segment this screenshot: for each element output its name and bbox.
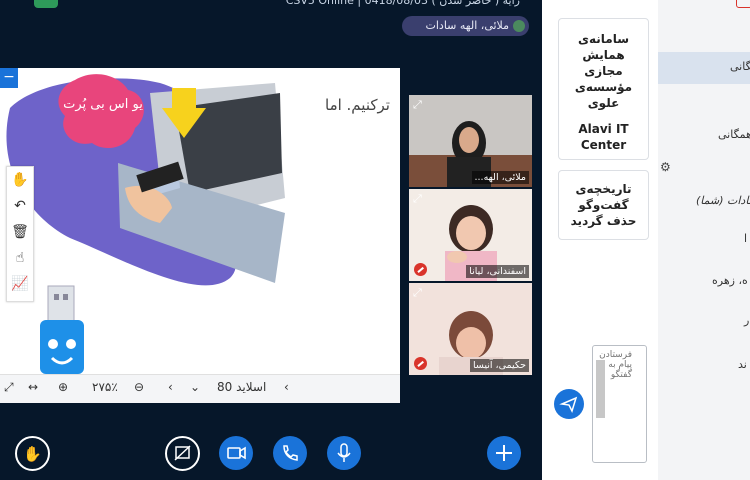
video-tile-2[interactable]: ⤢ اسفندانی، لیانا: [409, 189, 532, 281]
hand-tool-icon[interactable]: ✋: [7, 167, 33, 193]
expand-icon[interactable]: ⤢: [413, 286, 422, 300]
current-speaker-badge: ملائی، الهه سادات: [402, 16, 529, 36]
user-list-item[interactable]: ر: [744, 314, 749, 327]
muted-mic-icon: [414, 357, 427, 370]
user-list-item[interactable]: ند: [738, 358, 747, 371]
undo-icon[interactable]: ↶: [7, 193, 33, 219]
notification-icon[interactable]: [736, 0, 750, 8]
talking-indicator-icon: [513, 20, 525, 32]
app-icon: [34, 0, 58, 8]
chat-cleared-message: تاریخچه‌ی گفت‌وگو حذف گردید: [558, 170, 649, 240]
usb-mascot-image: [40, 285, 84, 374]
microphone-icon: [337, 443, 351, 462]
phone-button[interactable]: [273, 436, 307, 470]
presentation-toolbar: ⤢ ↔ ⊕ ۲۷۵٪ ⊖ ‹ ⌄ اسلاید 80 ‹: [0, 374, 400, 403]
muted-mic-icon: [414, 263, 427, 276]
actions-plus-button[interactable]: [487, 436, 521, 470]
fullscreen-icon[interactable]: ⤢: [4, 380, 14, 395]
participant-name: حکیمی، آنیسا: [469, 359, 529, 372]
send-icon: [559, 396, 578, 414]
slide-text: ترکنیم. اما: [325, 96, 390, 114]
expand-icon[interactable]: ⤢: [413, 98, 422, 112]
svg-text:✋: ✋: [23, 445, 42, 463]
welcome-title: سامانه‌ی همایش مجازی مؤسسه‌ی علوی: [574, 32, 633, 110]
zoom-in-icon[interactable]: ⊕: [58, 380, 68, 394]
meeting-title: رایه ( حاضر شدن ) CSV5 Online | 0418/08/…: [285, 0, 520, 7]
trash-icon[interactable]: 🗑: [7, 219, 33, 245]
raise-hand-button[interactable]: ✋: [15, 436, 50, 471]
current-user-label: سادات (شما): [696, 194, 750, 207]
speaker-name: ملائی، الهه سادات: [425, 19, 509, 32]
welcome-message: سامانه‌ی همایش مجازی مؤسسه‌ی علوی Alavi …: [558, 18, 649, 160]
user-list-item[interactable]: ا: [744, 232, 747, 245]
participant-name: ملائی، الهه...: [471, 171, 529, 184]
slide-selector[interactable]: اسلاید 80: [217, 380, 266, 394]
welcome-subtitle: Alavi IT Center: [578, 122, 629, 152]
slide-dropdown-icon[interactable]: ⌄: [190, 380, 200, 394]
whiteboard-toolbar: ✋ ↶ 🗑 ☝ 📈: [6, 166, 34, 302]
sidebar-item-label: گفتگوی همگانی: [718, 128, 750, 141]
next-slide-icon[interactable]: ‹: [284, 380, 289, 394]
expand-icon[interactable]: ⤢: [413, 192, 422, 206]
camera-button[interactable]: [219, 436, 253, 470]
prev-slide-icon[interactable]: ‹: [168, 380, 173, 394]
chat-input-scrollbar[interactable]: [596, 360, 605, 418]
toggle-presentation-button[interactable]: [165, 436, 200, 471]
video-tile-1[interactable]: ⤢ ملائی، الهه...: [409, 95, 532, 187]
fit-width-icon[interactable]: ↔: [28, 380, 38, 394]
screen-off-icon: [174, 445, 191, 461]
camera-icon: [227, 446, 246, 460]
video-tile-3[interactable]: ⤢ حکیمی، آنیسا: [409, 283, 532, 375]
zoom-out-icon[interactable]: ⊖: [134, 380, 144, 394]
phone-icon: [283, 445, 298, 461]
sticker-text: یو اس بی پُرت: [63, 97, 143, 112]
send-message-button[interactable]: [554, 389, 584, 419]
user-list-item[interactable]: ه، زهره: [712, 274, 748, 287]
zoom-level: ۲۷۵٪: [92, 380, 118, 394]
multi-user-icon[interactable]: ☝: [7, 245, 33, 271]
presentation-area[interactable]: یو اس بی پُرت: [0, 68, 400, 402]
sidebar-item-label: همگانی: [730, 60, 750, 73]
gear-icon[interactable]: ⚙: [660, 160, 671, 174]
users-panel: همگانی گفتگوی همگانی ⚙ سادات (شما) ا ه، …: [658, 0, 750, 480]
chart-icon[interactable]: 📈: [7, 271, 33, 297]
minimize-presentation-button[interactable]: −: [0, 68, 18, 88]
participant-name: اسفندانی، لیانا: [466, 265, 529, 278]
plus-icon: [496, 445, 512, 461]
hand-icon: ✋: [23, 445, 42, 463]
microphone-button[interactable]: [327, 436, 361, 470]
